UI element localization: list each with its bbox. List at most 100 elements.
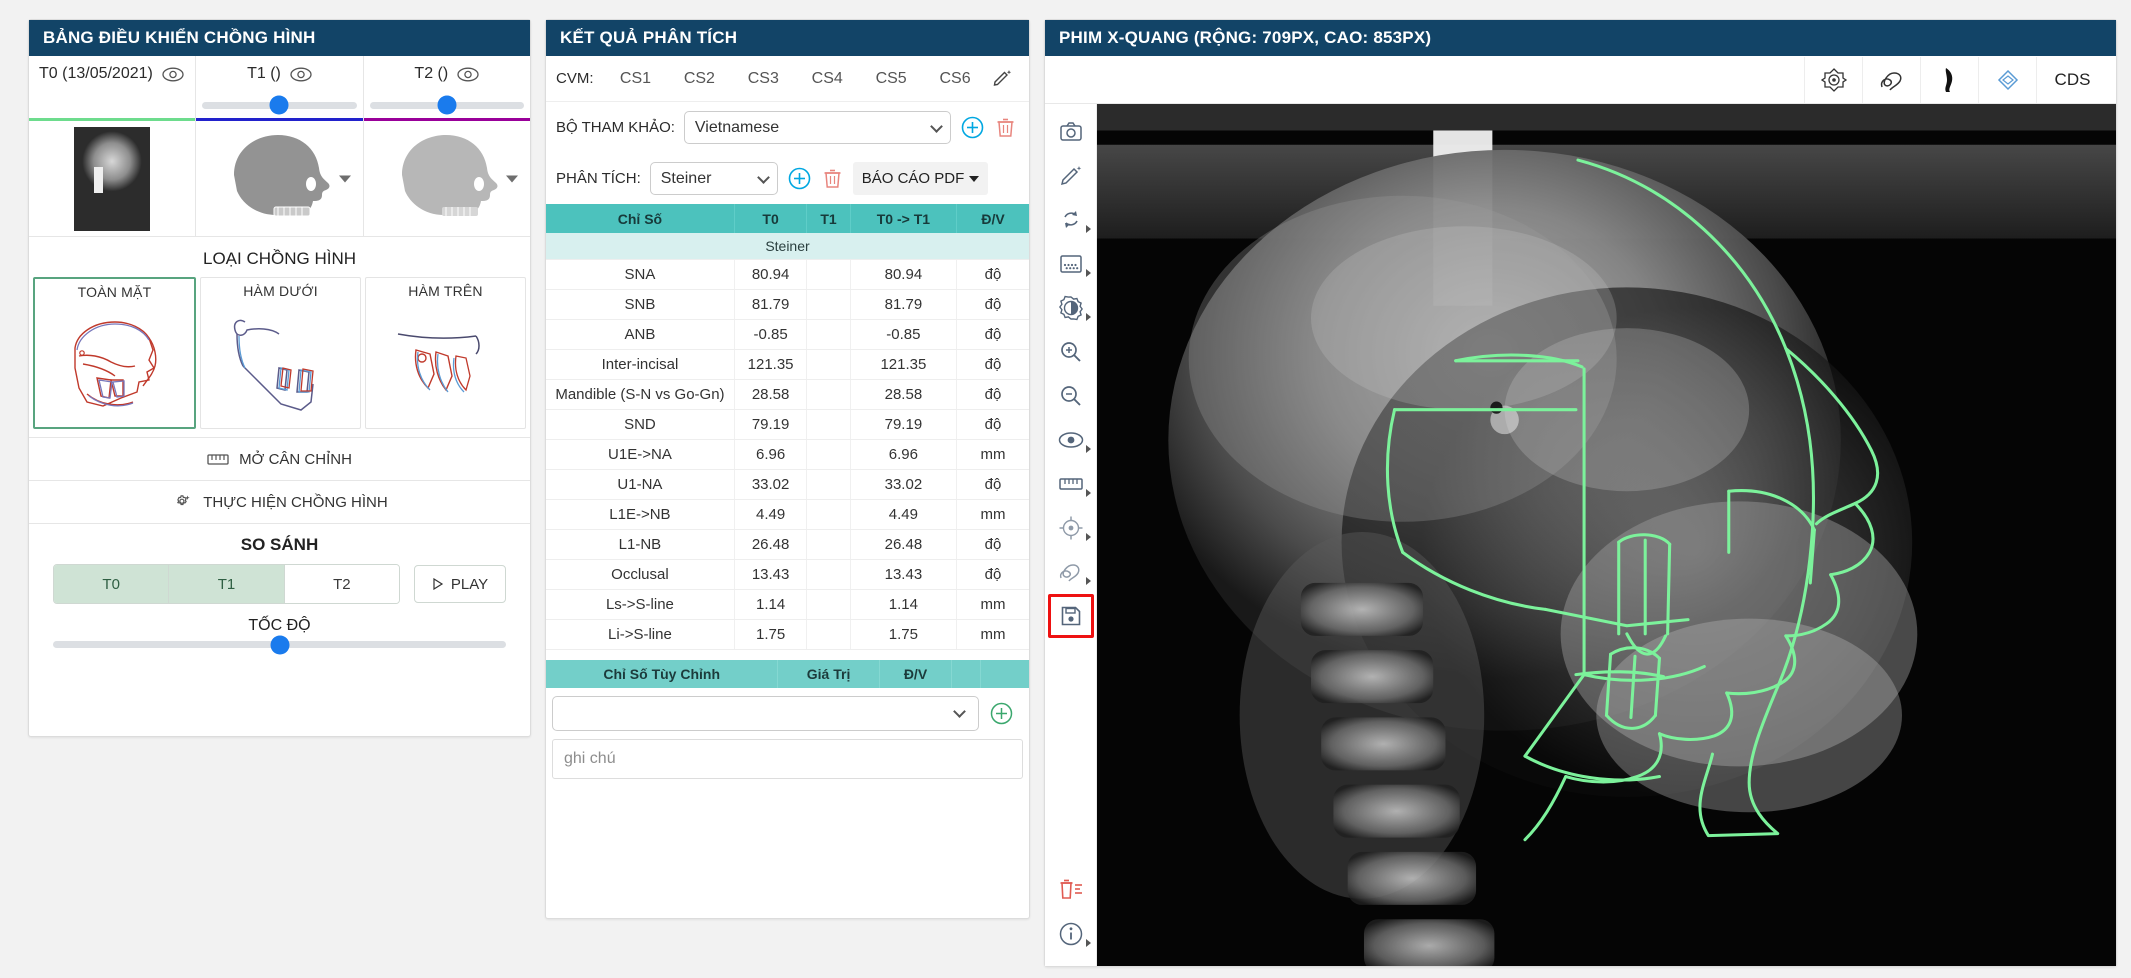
xray-side-toolbar [1045,104,1097,966]
run-superimposition-label: THỰC HIỆN CHỒNG HÌNH [203,493,388,511]
play-button[interactable]: PLAY [414,565,506,603]
overlay-art-full-face [35,300,194,427]
row-value-t1 [806,319,851,350]
timepoint-thumb-t0[interactable] [29,121,195,236]
cvm-stage-cs3[interactable]: CS3 [731,70,795,88]
row-unit: mm [956,439,1029,470]
pencil-add-icon[interactable] [1048,154,1094,198]
row-value-t0: 121.35 [734,349,808,380]
speed-slider[interactable] [29,635,530,666]
delete-list-icon[interactable] [1048,868,1094,912]
row-index-name: Li->S-line [546,619,735,650]
chevron-down-icon[interactable] [338,175,351,182]
table-row[interactable]: SND 79.19 79.19 độ [546,409,1029,440]
delete-analysis-button[interactable] [821,167,844,190]
compare-button-t1[interactable]: T1 [169,565,285,603]
custom-index-select[interactable] [552,695,979,731]
table-row[interactable]: Inter-incisal 121.35 121.35 độ [546,349,1029,380]
custom-col-header-blank1 [951,659,982,688]
cvm-stage-cs5[interactable]: CS5 [859,70,923,88]
timepoint-thumb-t2[interactable] [364,121,530,236]
chevron-down-icon [969,175,980,182]
zoom-out-icon[interactable] [1048,374,1094,418]
overlay-type-ham-tren[interactable]: HÀM TRÊN [365,277,526,429]
cvm-stage-cs2[interactable]: CS2 [667,70,731,88]
table-row[interactable]: Occlusal 13.43 13.43 độ [546,559,1029,590]
pdf-report-button[interactable]: BÁO CÁO PDF [852,162,989,195]
add-reference-button[interactable] [960,115,985,140]
note-input[interactable]: ghi chú [552,738,1023,779]
run-superimposition-button[interactable]: THỰC HIỆN CHỒNG HÌNH [29,480,530,523]
col-header-unit: Đ/V [956,204,1029,233]
reference-select[interactable]: Vietnamese [683,111,951,144]
overlay-art-maxilla [366,299,525,428]
zoom-in-icon[interactable] [1048,330,1094,374]
table-row[interactable]: Li->S-line 1.75 1.75 mm [546,619,1029,650]
row-value-t1 [806,409,851,440]
xray-body [1045,104,2116,966]
pdf-report-label: BÁO CÁO PDF [861,170,965,187]
compare-button-t2[interactable]: T2 [284,565,399,603]
eye-icon[interactable] [457,67,479,82]
table-row[interactable]: U1-NA 33.02 33.02 độ [546,469,1029,500]
row-unit: độ [956,409,1029,440]
eye-icon[interactable] [1048,418,1094,462]
crosshair-icon[interactable] [1048,506,1094,550]
analysis-select[interactable]: Steiner [649,162,778,195]
table-row[interactable]: SNB 81.79 81.79 độ [546,289,1029,320]
open-calibration-label: MỞ CÂN CHỈNH [239,450,352,468]
timepoint-row: T0 (13/05/2021) T1 () T2 () [29,56,530,236]
table-row[interactable]: Mandible (S-N vs Go-Gn) 28.58 28.58 độ [546,379,1029,410]
skull-placeholder-icon [234,134,330,216]
save-icon[interactable] [1047,594,1094,638]
xray-canvas[interactable] [1097,104,2116,966]
table-row[interactable]: L1E->NB 4.49 4.49 mm [546,499,1029,530]
delete-reference-button[interactable] [994,116,1017,139]
row-value-t0: 33.02 [734,469,808,500]
table-row[interactable]: Ls->S-line 1.14 1.14 mm [546,589,1029,620]
pencil-add-icon[interactable] [987,68,1017,90]
timepoint-opacity-slider-t1[interactable] [196,92,362,118]
add-analysis-button[interactable] [787,166,812,191]
curve-trace-icon[interactable] [1048,550,1094,594]
open-calibration-button[interactable]: MỞ CÂN CHỈNH [29,437,530,480]
row-unit: độ [956,289,1029,320]
rotate-icon[interactable] [1048,198,1094,242]
cvm-stage-cs6[interactable]: CS6 [923,70,987,88]
cvm-stage-cs1[interactable]: CS1 [604,70,668,88]
compare-button-t0[interactable]: T0 [54,565,170,603]
timepoint-opacity-slider-t2[interactable] [364,92,530,118]
row-value-t1 [806,469,851,500]
cvm-stage-cs4[interactable]: CS4 [795,70,859,88]
timepoint-thumb-t1[interactable] [196,121,362,236]
table-row[interactable]: U1E->NA 6.96 6.96 mm [546,439,1029,470]
chevron-down-icon[interactable] [505,175,518,182]
overlay-type-toan-mat[interactable]: TOÀN MẶT [33,277,196,429]
overlay-type-ham-duoi[interactable]: HÀM DƯỚI [200,277,361,429]
row-value-t0: 28.58 [734,379,808,410]
row-unit: độ [956,469,1029,500]
profile-shape-icon[interactable] [1920,56,1978,103]
eye-icon[interactable] [162,67,184,82]
row-value-delta: 1.75 [850,619,958,650]
table-row[interactable]: ANB -0.85 -0.85 độ [546,319,1029,350]
curve-trace-icon[interactable] [1862,56,1920,103]
row-value-delta: 4.49 [850,499,958,530]
filter-grid-icon[interactable] [1048,242,1094,286]
cds-label-button[interactable]: CDS [2036,56,2108,103]
info-icon[interactable] [1048,912,1094,956]
brightness-contrast-icon[interactable] [1048,286,1094,330]
row-value-t0: 79.19 [734,409,808,440]
table-row[interactable]: SNA 80.94 80.94 độ [546,259,1029,290]
eye-icon[interactable] [290,67,312,82]
row-value-delta: 6.96 [850,439,958,470]
row-unit: mm [956,619,1029,650]
ruler-icon[interactable] [1048,462,1094,506]
add-custom-index-button[interactable] [979,701,1023,726]
camera-icon[interactable] [1048,110,1094,154]
layers-icon[interactable] [1978,56,2036,103]
row-unit: độ [956,349,1029,380]
target-icon[interactable] [1804,56,1862,103]
table-row[interactable]: L1-NB 26.48 26.48 độ [546,529,1029,560]
note-placeholder: ghi chú [564,749,616,767]
